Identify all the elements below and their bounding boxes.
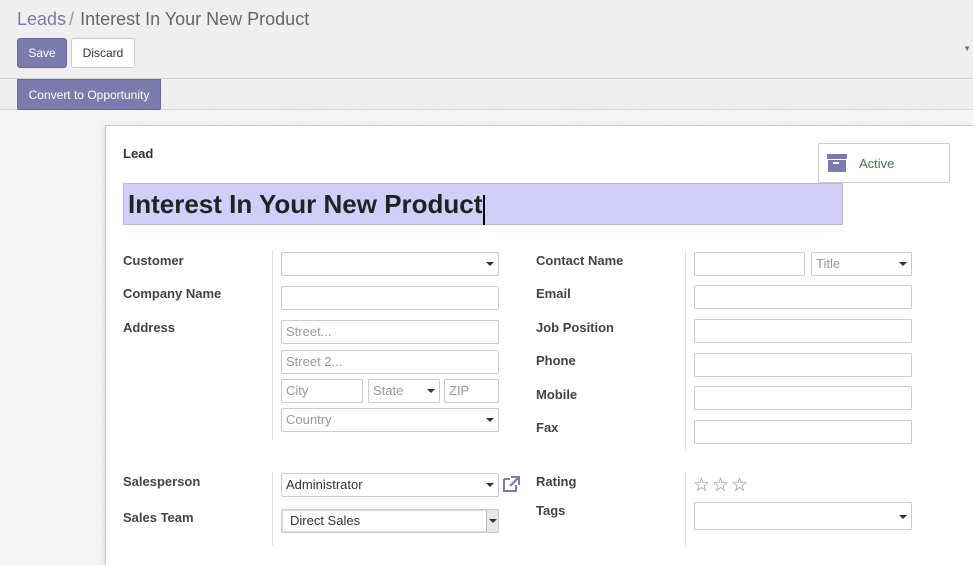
salesperson-label: Salesperson <box>123 474 201 489</box>
chevron-down-icon <box>427 389 435 393</box>
email-input[interactable] <box>694 285 912 309</box>
mobile-label: Mobile <box>536 387 578 402</box>
convert-to-opportunity-button[interactable]: Convert to Opportunity <box>17 79 161 110</box>
breadcrumb-separator: / <box>69 9 75 29</box>
tags-select[interactable] <box>694 502 912 530</box>
chevron-down-icon <box>486 510 498 532</box>
lead-title-input[interactable]: Interest In Your New Product <box>123 183 843 225</box>
breadcrumb-leads-link[interactable]: Leads <box>17 9 66 29</box>
country-select[interactable]: Country <box>281 408 499 432</box>
street-input[interactable]: Street... <box>281 320 499 344</box>
lead-section-label: Lead <box>123 146 154 161</box>
state-select[interactable]: State <box>368 379 440 403</box>
contact-name-label: Contact Name <box>536 253 624 268</box>
active-toggle-button[interactable]: Active <box>818 143 950 183</box>
city-input[interactable]: City <box>281 379 363 403</box>
title-select[interactable]: Title <box>811 252 912 276</box>
street2-input[interactable]: Street 2... <box>281 350 499 374</box>
chevron-down-icon[interactable]: ▼ <box>963 44 971 53</box>
job-position-input[interactable] <box>694 319 912 343</box>
star-icon[interactable]: ☆ <box>731 475 750 496</box>
job-position-label: Job Position <box>536 320 614 335</box>
mobile-input[interactable] <box>694 386 912 410</box>
left-column-divider-lower <box>272 472 273 546</box>
rating-stars[interactable]: ☆☆☆ <box>693 474 750 497</box>
form-sheet: Lead Active Interest In Your New Product… <box>105 125 973 565</box>
rating-label: Rating <box>536 474 577 489</box>
breadcrumb: Leads / Interest In Your New Product <box>17 9 309 30</box>
archive-icon <box>827 154 847 172</box>
chevron-down-icon <box>899 515 907 519</box>
chevron-down-icon <box>486 418 494 422</box>
chevron-down-icon <box>486 483 494 487</box>
company-name-input[interactable] <box>281 286 499 310</box>
star-icon[interactable]: ☆ <box>693 475 712 496</box>
fax-label: Fax <box>536 420 559 435</box>
sales-team-label: Sales Team <box>123 510 194 525</box>
tags-label: Tags <box>536 503 566 518</box>
chevron-down-icon <box>486 262 494 266</box>
chevron-down-icon <box>899 262 907 266</box>
save-button[interactable]: Save <box>17 38 67 68</box>
email-label: Email <box>536 286 571 301</box>
address-label: Address <box>123 320 176 335</box>
salesperson-select[interactable]: Administrator <box>281 473 499 497</box>
external-link-icon[interactable] <box>501 475 521 493</box>
breadcrumb-current: Interest In Your New Product <box>80 9 310 29</box>
statusbar: Convert to Opportunity <box>0 79 973 110</box>
phone-label: Phone <box>536 353 576 368</box>
active-label: Active <box>859 156 895 171</box>
lead-title-text: Interest In Your New Product <box>128 189 483 219</box>
right-column-divider <box>685 250 686 450</box>
fax-input[interactable] <box>694 420 912 444</box>
discard-button[interactable]: Discard <box>71 38 135 68</box>
sales-team-select[interactable]: Direct Sales <box>281 509 499 533</box>
right-column-divider-lower <box>685 472 686 546</box>
control-panel: Leads / Interest In Your New Product Save … <box>0 0 973 79</box>
star-icon[interactable]: ☆ <box>712 475 731 496</box>
contact-name-input[interactable] <box>694 252 805 276</box>
zip-input[interactable]: ZIP <box>444 379 499 403</box>
left-column-divider <box>272 250 273 440</box>
customer-select[interactable] <box>281 252 499 276</box>
customer-label: Customer <box>123 253 184 268</box>
phone-input[interactable] <box>694 353 912 377</box>
text-cursor <box>483 194 486 225</box>
company-name-label: Company Name <box>123 286 222 301</box>
